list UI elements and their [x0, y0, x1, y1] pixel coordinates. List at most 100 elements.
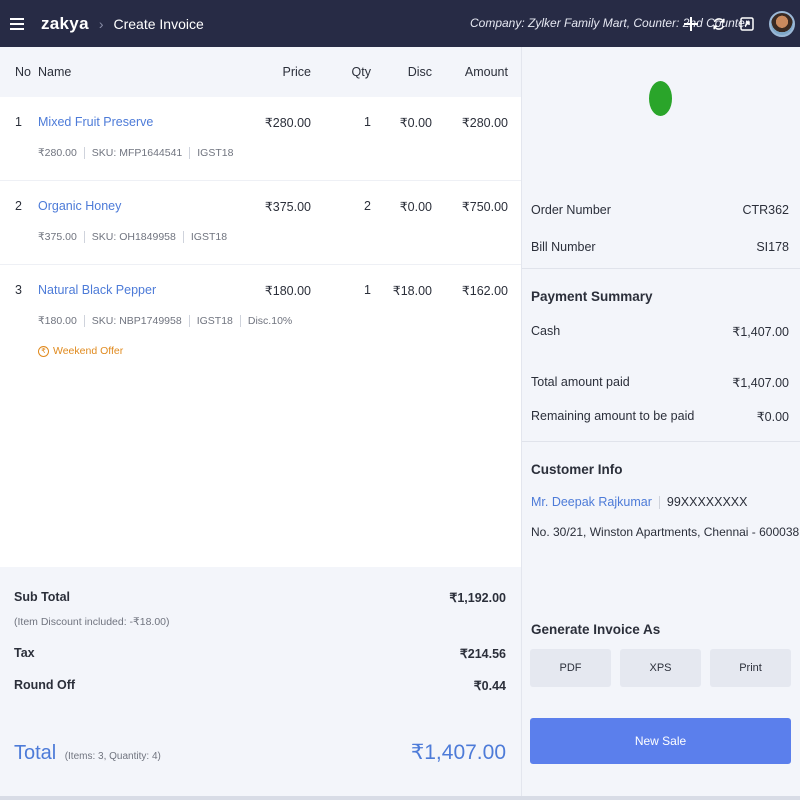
divider — [522, 441, 800, 442]
generate-invoice-heading: Generate Invoice As — [531, 622, 661, 637]
header-qty: Qty — [351, 65, 371, 79]
cash-label: Cash — [531, 324, 561, 338]
item-name[interactable]: Organic Honey — [38, 199, 121, 213]
item-no: 2 — [15, 199, 22, 213]
subtotal-value: ₹1,192.00 — [449, 591, 506, 605]
item-tax: IGST18 — [196, 315, 233, 327]
item-details: ₹180.00 SKU: NBP1749958 IGST18 Disc.10% — [38, 315, 292, 327]
item-name[interactable]: Natural Black Pepper — [38, 283, 156, 297]
roundoff-row: Round Off ₹0.44 — [14, 678, 506, 693]
total-value: ₹1,407.00 — [410, 741, 506, 764]
customer-line: Mr. Deepak Rajkumar 99XXXXXXXX — [531, 495, 747, 509]
bill-number-row: Bill Number SI178 — [531, 240, 789, 254]
item-unit-price: ₹375.00 — [38, 231, 77, 243]
cart-empty-space — [0, 362, 521, 567]
item-qty[interactable]: 1 — [311, 115, 371, 129]
table-row[interactable]: 1 Mixed Fruit Preserve ₹280.00 1 ₹0.00 ₹… — [0, 97, 521, 181]
exit-icon[interactable] — [733, 0, 761, 47]
customer-address: No. 30/21, Winston Apartments, Chennai -… — [531, 525, 800, 539]
customer-info-heading: Customer Info — [531, 462, 623, 477]
item-unit-price: ₹280.00 — [38, 147, 77, 159]
offer-tag[interactable]: ₹ Weekend Offer — [38, 345, 123, 357]
item-amount: ₹280.00 — [461, 116, 508, 130]
item-qty[interactable]: 1 — [311, 283, 371, 297]
tax-label: Tax — [14, 646, 35, 660]
header-name: Name — [38, 65, 72, 79]
item-sku: SKU: NBP1749958 — [91, 315, 182, 327]
total-items-quantity: (Items: 3, Quantity: 4) — [64, 751, 161, 762]
invoice-side-panel: Order Number CTR362 Bill Number SI178 Pa… — [521, 47, 800, 800]
subtotal-row: Sub Total ₹1,192.00 — [14, 590, 506, 605]
top-actions — [677, 0, 800, 47]
xps-button[interactable]: XPS — [620, 649, 701, 687]
total-paid-value: ₹1,407.00 — [732, 376, 789, 390]
item-unit-price: ₹180.00 — [38, 315, 77, 327]
grand-total-row: Total (Items: 3, Quantity: 4) ₹1,407.00 — [14, 740, 506, 765]
header-no: No — [15, 65, 31, 79]
item-price: ₹280.00 — [264, 116, 311, 130]
tax-row: Tax ₹214.56 — [14, 646, 506, 661]
item-qty[interactable]: 2 — [311, 199, 371, 213]
item-name[interactable]: Mixed Fruit Preserve — [38, 115, 153, 129]
item-sku: SKU: MFP1644541 — [91, 147, 183, 159]
cash-row: Cash ₹1,407.00 — [531, 324, 789, 339]
roundoff-label: Round Off — [14, 678, 76, 692]
offer-label: Weekend Offer — [53, 345, 124, 357]
item-amount: ₹750.00 — [461, 200, 508, 214]
total-paid-row: Total amount paid ₹1,407.00 — [531, 375, 789, 390]
item-details: ₹375.00 SKU: OH1849958 IGST18 — [38, 231, 227, 243]
breadcrumb-separator: › — [98, 15, 104, 32]
roundoff-value: ₹0.44 — [473, 679, 506, 693]
item-tax: IGST18 — [190, 231, 228, 243]
bill-number-value: SI178 — [756, 240, 789, 254]
item-price: ₹180.00 — [264, 284, 311, 298]
header-disc: Disc — [407, 65, 432, 79]
generate-invoice-options: PDF XPS Print — [530, 649, 791, 687]
total-paid-label: Total amount paid — [531, 375, 630, 389]
new-sale-button[interactable]: New Sale — [530, 718, 791, 764]
table-header: No Name Price Qty Disc Amount — [0, 47, 521, 97]
header-price: Price — [282, 65, 311, 79]
item-amount: ₹162.00 — [461, 284, 508, 298]
item-disc: ₹0.00 — [399, 200, 432, 214]
status-indicator — [649, 81, 672, 116]
item-discount-note: (Item Discount included: -₹18.00) — [14, 616, 170, 628]
customer-phone: 99XXXXXXXX — [666, 495, 748, 509]
plus-icon[interactable] — [677, 0, 705, 47]
page-title: Create Invoice — [113, 15, 204, 32]
refresh-icon[interactable] — [705, 0, 733, 47]
item-no: 1 — [15, 115, 22, 129]
customer-name[interactable]: Mr. Deepak Rajkumar — [531, 495, 652, 509]
item-price: ₹375.00 — [264, 200, 311, 214]
item-discount-percent: Disc.10% — [247, 315, 293, 327]
header-amount: Amount — [464, 65, 508, 79]
subtotal-label: Sub Total — [14, 590, 71, 604]
remaining-label: Remaining amount to be paid — [531, 409, 695, 423]
item-disc: ₹0.00 — [399, 116, 432, 130]
pdf-button[interactable]: PDF — [530, 649, 611, 687]
avatar[interactable] — [769, 10, 795, 37]
order-number-row: Order Number CTR362 — [531, 203, 789, 217]
bill-number-label: Bill Number — [531, 240, 596, 254]
order-number-value: CTR362 — [742, 203, 789, 217]
payment-summary-heading: Payment Summary — [531, 289, 653, 304]
offer-icon: ₹ — [38, 345, 49, 357]
item-disc: ₹18.00 — [392, 284, 432, 298]
cart-panel: No Name Price Qty Disc Amount 1 Mixed Fr… — [0, 47, 521, 800]
tax-value: ₹214.56 — [459, 647, 506, 661]
remaining-row: Remaining amount to be paid ₹0.00 — [531, 409, 789, 424]
menu-icon[interactable] — [0, 0, 34, 47]
item-tax: IGST18 — [197, 147, 234, 159]
window-bottom-edge — [0, 796, 800, 800]
table-row[interactable]: 3 Natural Black Pepper ₹180.00 1 ₹18.00 … — [0, 265, 521, 365]
item-no: 3 — [15, 283, 22, 297]
top-bar: zakya › Create Invoice Company: Zylker F… — [0, 0, 800, 47]
remaining-value: ₹0.00 — [756, 410, 789, 424]
print-button[interactable]: Print — [710, 649, 791, 687]
totals-section: Sub Total ₹1,192.00 (Item Discount inclu… — [0, 568, 521, 800]
app-logo[interactable]: zakya — [41, 14, 89, 34]
divider — [522, 268, 800, 269]
table-row[interactable]: 2 Organic Honey ₹375.00 2 ₹0.00 ₹750.00 … — [0, 181, 521, 265]
total-label: Total — [14, 742, 57, 764]
cash-value: ₹1,407.00 — [732, 325, 789, 339]
